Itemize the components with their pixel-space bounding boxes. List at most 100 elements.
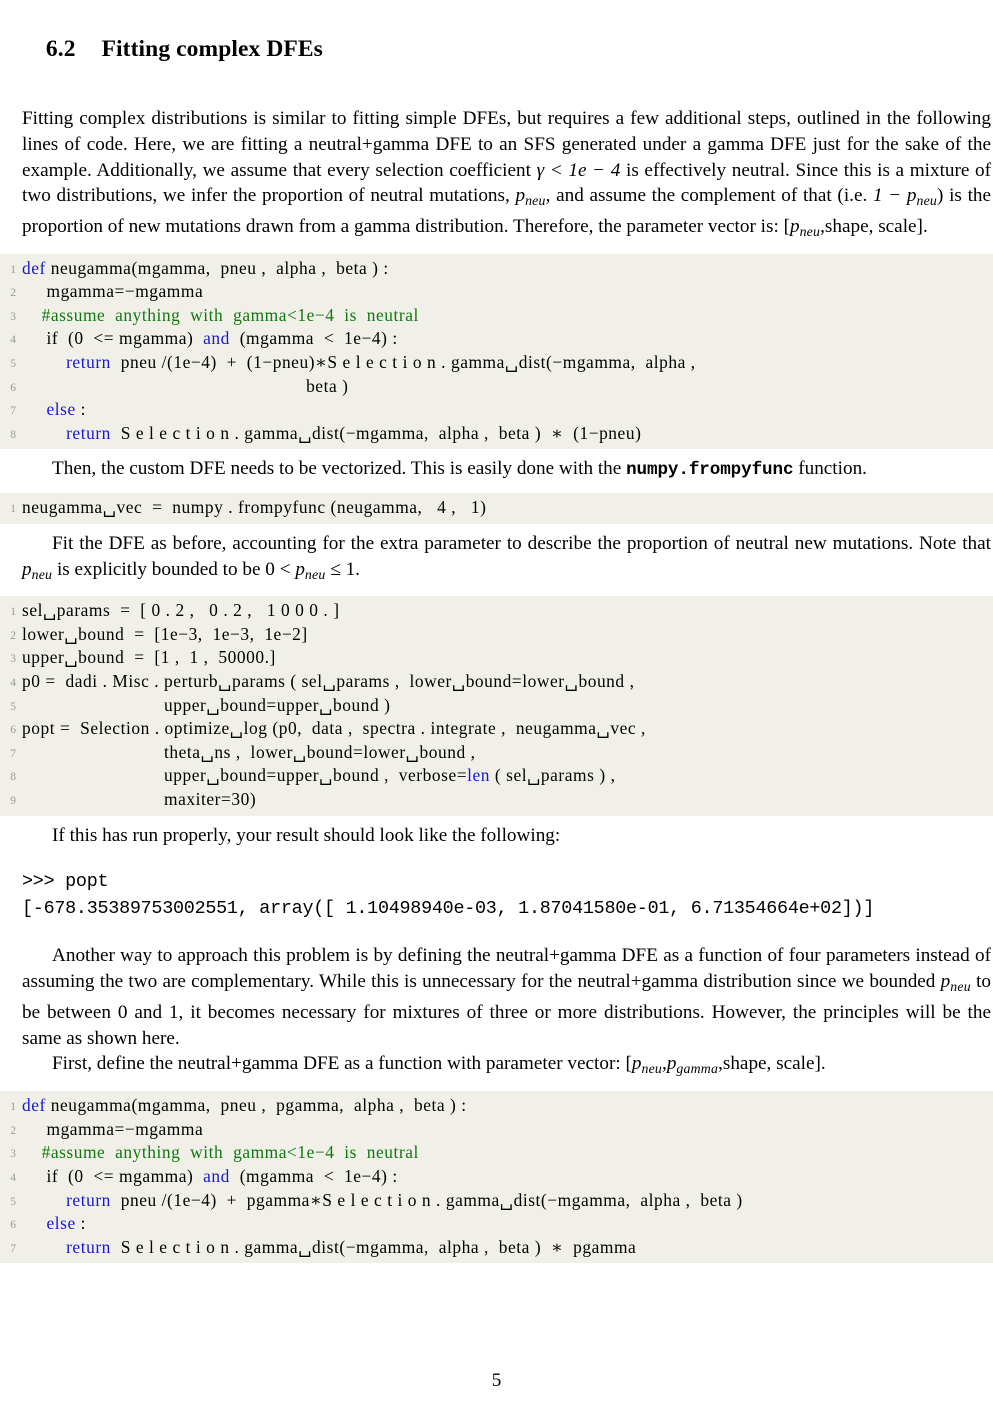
code-line: 5 upper␣bound=upper␣bound ) xyxy=(0,694,993,718)
line-number: 1 xyxy=(10,606,16,619)
fit-var-pneu: p xyxy=(22,558,32,580)
code-token: theta␣ns , lower␣bound=lower␣bound , xyxy=(22,741,476,762)
code-line: 5 return pneu /(1e−4) + pgamma∗S e l e c… xyxy=(0,1189,993,1213)
code-line: 3 #assume anything with gamma<1e−4 is ne… xyxy=(0,1141,993,1165)
code-token: upper␣bound=upper␣bound ) xyxy=(22,694,391,715)
section-number: 6.2 xyxy=(45,36,76,62)
line-number: 5 xyxy=(10,700,16,713)
line-number: 4 xyxy=(10,1171,16,1184)
intro-var-pneu: p xyxy=(515,185,526,207)
first-text-b: ,shape, scale]. xyxy=(718,1053,826,1075)
code-token: mgamma=−mgamma xyxy=(22,1118,204,1139)
line-number: 3 xyxy=(10,653,16,666)
terminal-output: >>> popt [-678.35389753002551, array([ 1… xyxy=(0,868,993,922)
code-token: popt = Selection . optimize␣log (p0, dat… xyxy=(22,718,646,739)
terminal-prompt-line: >>> popt xyxy=(22,871,109,893)
code-line: 5 return pneu /(1e−4) + (1−pneu)∗S e l e… xyxy=(0,351,993,375)
line-number: 2 xyxy=(10,1124,16,1137)
intro-text-c: , and assume the complement of that (i.e… xyxy=(545,185,868,207)
code-line: 6 else : xyxy=(0,1212,993,1236)
page-title: 6.2 Fitting complex DFEs xyxy=(0,0,993,94)
code-token-keyword: def xyxy=(22,257,46,278)
code-token-keyword: else xyxy=(46,399,76,420)
code-line: 4 p0 = dadi . Misc . perturb␣params ( sel… xyxy=(0,670,993,694)
code-line: 8 return S e l e c t i o n . gamma␣dist(… xyxy=(0,422,993,446)
code-token: : xyxy=(75,1213,87,1234)
line-number: 4 xyxy=(10,677,16,690)
page-number: 5 xyxy=(491,1370,502,1391)
fit-var-pneu2-sub: neu xyxy=(304,566,326,582)
line-number: 7 xyxy=(10,747,16,760)
code-token: maxiter=30) xyxy=(22,789,257,810)
section-title: Fitting complex DFEs xyxy=(101,36,323,62)
code-line: 7 else : xyxy=(0,398,993,422)
paragraph-another-way: Another way to approach this problem is … xyxy=(0,943,993,1051)
line-number: 3 xyxy=(10,310,16,323)
intro-math-gamma: γ < 1e − 4 xyxy=(536,159,621,181)
intro-var-pneu2-sub: neu xyxy=(799,223,821,239)
code-token-keyword: and xyxy=(203,328,230,349)
intro-math-complement-sub: neu xyxy=(916,193,938,209)
line-number: 1 xyxy=(10,1101,16,1114)
line-number: 8 xyxy=(10,771,16,784)
code-line: 1 neugamma␣vec = numpy . frompyfunc (neug… xyxy=(0,496,993,520)
code-token: if (0 <= mgamma) xyxy=(22,1165,204,1186)
code-token: neugamma␣vec = numpy . frompyfunc (neuga… xyxy=(22,497,487,518)
another-var-pneu-sub: neu xyxy=(950,979,971,995)
code-token: lower␣bound = [1e−3, 1e−3, 1e−2] xyxy=(22,623,308,644)
another-var-pneu: p xyxy=(940,971,951,993)
code-line: 3 upper␣bound = [1 , 1 , 50000.] xyxy=(0,646,993,670)
code-token-comment: #assume anything with gamma<1e−4 is neut… xyxy=(22,304,419,325)
intro-var-pneu-sub: neu xyxy=(525,193,546,209)
line-number: 4 xyxy=(10,334,16,347)
code-token: S e l e c t i o n . gamma␣dist(−mgamma, … xyxy=(110,1236,637,1257)
fit-text-b: is explicitly bounded to be 0 < xyxy=(56,558,291,580)
line-number: 7 xyxy=(10,405,16,418)
intro-var-pneu2: p xyxy=(789,216,800,238)
code-line: 1 sel␣params = [ 0 . 2 , 0 . 2 , 1 0 0 0 … xyxy=(0,599,993,623)
first-var-pneu-sub: neu xyxy=(641,1061,663,1077)
line-number: 7 xyxy=(10,1242,16,1255)
code-token: neugamma(mgamma, pneu , alpha , beta ) : xyxy=(45,257,389,278)
code-token-keyword: return xyxy=(66,422,111,443)
code-line: 9 maxiter=30) xyxy=(0,788,993,812)
code-token: mgamma=−mgamma xyxy=(22,281,204,302)
intro-text-e: ,shape, scale]. xyxy=(820,216,928,238)
paragraph-vectorize: Then, the custom DFE needs to be vectori… xyxy=(0,456,993,484)
line-number: 1 xyxy=(10,503,16,516)
code-block-neugamma3: 1 def neugamma(mgamma, pneu , alpha , bet… xyxy=(0,253,993,450)
paragraph-intro: Fitting complex distributions is similar… xyxy=(0,106,993,245)
code-block-vectorize: 1 neugamma␣vec = numpy . frompyfunc (neug… xyxy=(0,493,993,524)
code-line: 2 mgamma=−mgamma xyxy=(0,280,993,304)
line-number: 6 xyxy=(10,724,16,737)
vectorize-text-b: function. xyxy=(798,458,867,480)
line-number: 6 xyxy=(10,1219,16,1232)
fit-var-pneu2: p xyxy=(295,558,305,580)
code-line: 4 if (0 <= mgamma) and (mgamma < 1e−4) : xyxy=(0,1165,993,1189)
fit-var-pneu-sub: neu xyxy=(31,566,53,582)
code-line: 2 lower␣bound = [1e−3, 1e−3, 1e−2] xyxy=(0,623,993,647)
code-token: pneu /(1e−4) + (1−pneu)∗S e l e c t i o … xyxy=(110,352,696,373)
code-token: sel␣params = [ 0 . 2 , 0 . 2 , 1 0 0 0 .… xyxy=(22,600,340,621)
line-number: 9 xyxy=(10,795,16,808)
line-number: 2 xyxy=(10,287,16,300)
line-number: 3 xyxy=(10,1148,16,1161)
terminal-result-line: [-678.35389753002551, array([ 1.10498940… xyxy=(22,898,875,920)
code-token: (mgamma < 1e−4) : xyxy=(229,328,398,349)
code-block-neugamma4: 1 def neugamma(mgamma, pneu , pgamma, alp… xyxy=(0,1091,993,1264)
code-token: p0 = dadi . Misc . perturb␣params ( sel␣… xyxy=(22,671,635,692)
paragraph-first-define: First, define the neutral+gamma DFE as a… xyxy=(0,1051,993,1082)
code-token: neugamma(mgamma, pneu , pgamma, alpha , … xyxy=(45,1095,467,1116)
code-token: if (0 <= mgamma) xyxy=(22,328,204,349)
code-token-keyword: return xyxy=(66,1189,111,1210)
code-token: upper␣bound=upper␣bound , verbose= xyxy=(22,765,468,786)
line-number: 5 xyxy=(10,1195,16,1208)
code-line: 8 upper␣bound=upper␣bound , verbose=len … xyxy=(0,764,993,788)
code-block-optimize: 1 sel␣params = [ 0 . 2 , 0 . 2 , 1 0 0 0 … xyxy=(0,596,993,816)
fit-text-a: Fit the DFE as before, accounting for th… xyxy=(52,532,991,554)
